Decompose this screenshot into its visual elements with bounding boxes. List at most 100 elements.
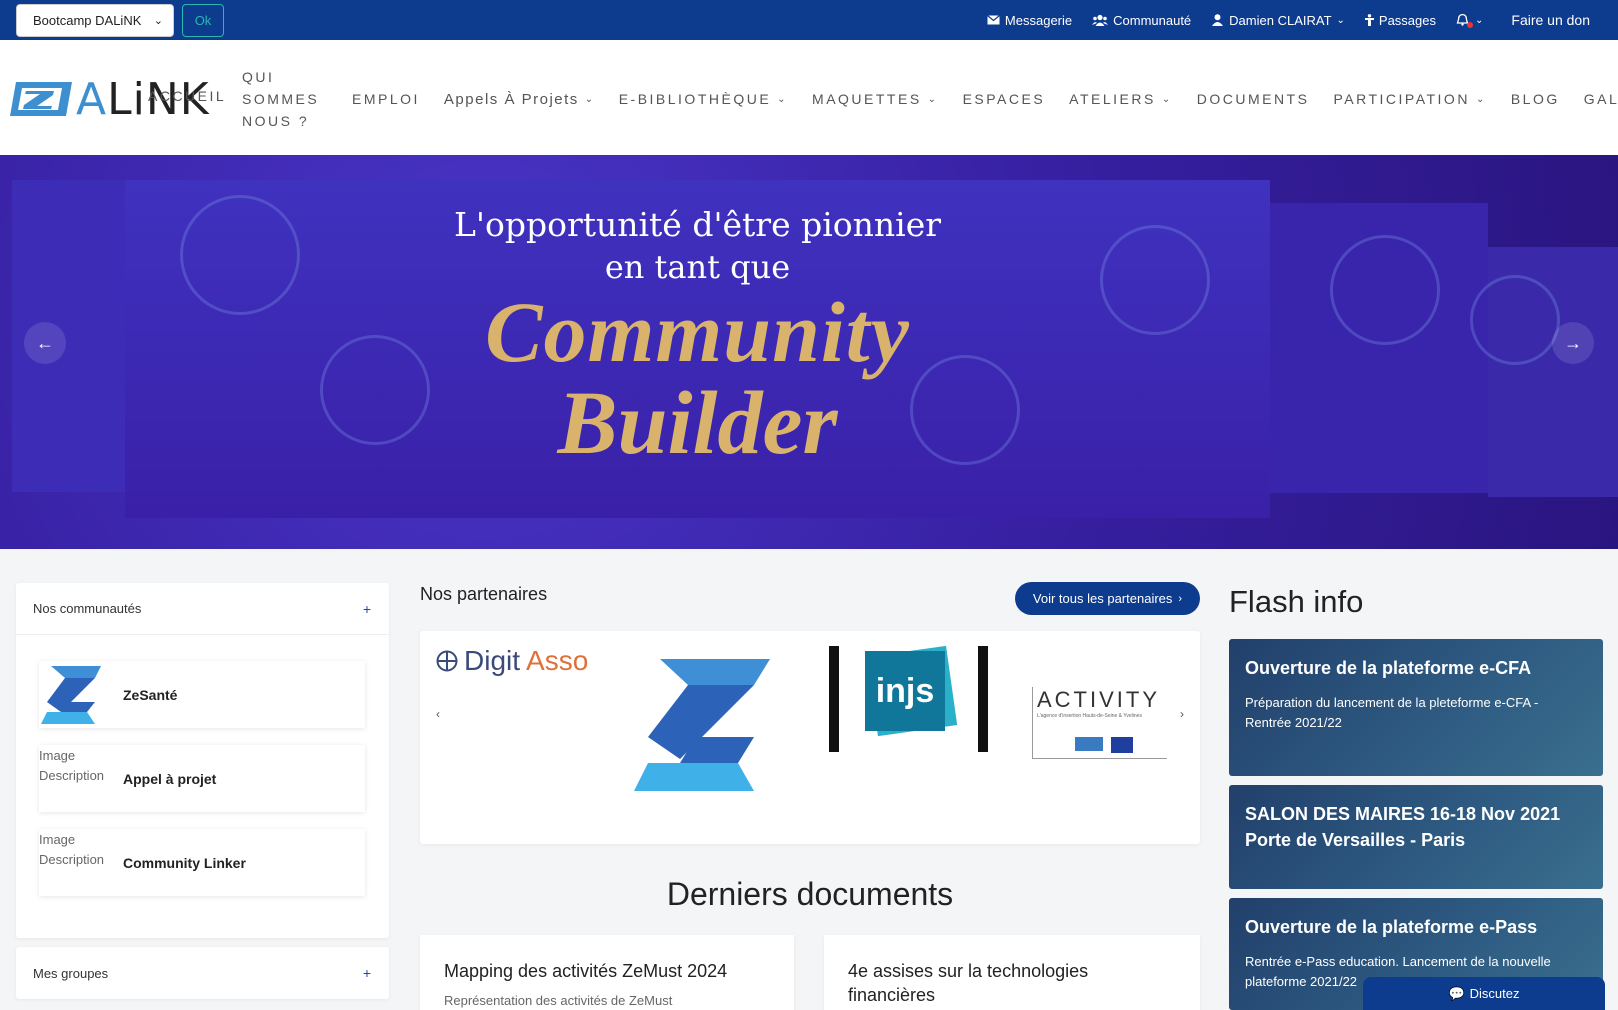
document-subtitle: Représentation des activités de ZeMust bbox=[444, 993, 673, 1008]
main-nav: QUI SOMMES NOUS ? EMPLOI Appels À Projet… bbox=[138, 66, 1618, 132]
person-icon bbox=[1364, 14, 1374, 26]
globe-icon bbox=[436, 650, 458, 672]
asso-text: Asso bbox=[526, 645, 589, 676]
carousel-next-button[interactable]: → bbox=[1552, 322, 1594, 364]
document-card[interactable]: Mapping des activités ZeMust 2024 Représ… bbox=[420, 935, 794, 1010]
digit-asso-logo[interactable]: Digit Asso bbox=[436, 645, 588, 677]
digit-text: Digit bbox=[464, 645, 521, 676]
notification-dot bbox=[1467, 22, 1473, 28]
flash-info-heading: SALON DES MAIRES 16-18 Nov 2021 Porte de… bbox=[1245, 804, 1561, 850]
flash-info-card[interactable]: SALON DES MAIRES 16-18 Nov 2021 Porte de… bbox=[1229, 785, 1603, 889]
chat-button[interactable]: 💬 Discutez bbox=[1363, 977, 1605, 1010]
hero-carousel: L'opportunité d'être pionnier en tant qu… bbox=[0, 155, 1618, 549]
groups-card[interactable]: Mes groupes + bbox=[16, 947, 389, 999]
user-name: Damien CLAIRAT bbox=[1229, 12, 1332, 28]
flash-info-heading: Ouverture de la plateforme e-Pass bbox=[1245, 917, 1538, 937]
passages-link[interactable]: Passages bbox=[1364, 12, 1436, 28]
injs-logo[interactable]: injs bbox=[865, 651, 945, 731]
communities-header[interactable]: Nos communautés + bbox=[16, 583, 389, 635]
main-header: ALiNK ACCUEIL QUI SOMMES NOUS ? EMPLOI A… bbox=[0, 40, 1618, 155]
bubble-decoration bbox=[1470, 275, 1560, 365]
document-title: Mapping des activités ZeMust 2024 bbox=[444, 961, 728, 981]
zesante-partner-logo-icon[interactable] bbox=[630, 655, 786, 795]
donate-link[interactable]: Faire un don bbox=[1511, 12, 1590, 28]
chevron-right-icon: › bbox=[1178, 592, 1183, 605]
partners-prev-arrow[interactable]: ‹ bbox=[436, 707, 440, 721]
nav-e-bibliotheque[interactable]: E-BIBLIOTHÈQUE ⌄ bbox=[619, 91, 788, 107]
nav-participation[interactable]: PARTICIPATION ⌄ bbox=[1333, 91, 1486, 107]
eu-flag-icon bbox=[1111, 737, 1133, 753]
nav-qui-sommes-nous[interactable]: QUI SOMMES NOUS ? bbox=[242, 66, 328, 132]
messagerie-label: Messagerie bbox=[1004, 12, 1073, 28]
nav-appels-a-projets[interactable]: Appels À Projets ⌄ bbox=[444, 91, 595, 108]
nav-maquettes[interactable]: MAQUETTES ⌄ bbox=[812, 91, 939, 107]
community-thumb-broken-image: Image Description bbox=[39, 832, 105, 867]
top-links: Messagerie Communauté Damien CLAIRAT ⌄ P… bbox=[987, 0, 1590, 40]
activity-text: ACTIVITY bbox=[1037, 687, 1161, 712]
yvelines-badge bbox=[1075, 737, 1103, 751]
notifications-menu[interactable]: ⌄ bbox=[1456, 14, 1483, 28]
nav-galeries[interactable]: GALERIES bbox=[1584, 91, 1618, 107]
chevron-down-icon: ⌄ bbox=[1336, 14, 1345, 26]
flash-info-card[interactable]: Ouverture de la plateforme e-CFA Prépara… bbox=[1229, 639, 1603, 776]
chevron-down-icon: ⌄ bbox=[584, 93, 595, 105]
hero-line-1: L'opportunité d'être pionnier bbox=[453, 205, 942, 244]
divider-bar bbox=[978, 646, 988, 752]
arrow-left-icon: ← bbox=[36, 332, 54, 353]
users-icon bbox=[1092, 14, 1109, 26]
documents-title: Derniers documents bbox=[666, 876, 954, 912]
partners-next-arrow[interactable]: › bbox=[1180, 707, 1184, 721]
zesante-logo-icon bbox=[41, 666, 101, 724]
community-thumb bbox=[39, 661, 111, 728]
community-name: ZeSanté bbox=[123, 686, 178, 703]
hero-line-2: en tant que bbox=[604, 248, 791, 286]
nav-espaces[interactable]: ESPACES bbox=[963, 91, 1046, 107]
community-item[interactable]: ZeSanté bbox=[39, 661, 365, 728]
document-card[interactable]: 4e assises sur la technologies financièr… bbox=[824, 935, 1200, 1010]
communaute-link[interactable]: Communauté bbox=[1092, 13, 1191, 28]
activity-subtitle: L'agence d'insertion Hauts-de-Seine & Yv… bbox=[1037, 713, 1142, 719]
hero-line-4: Builder bbox=[557, 374, 838, 473]
chevron-down-icon: ⌄ bbox=[153, 15, 163, 27]
partners-title: Nos partenaires bbox=[420, 584, 548, 604]
community-select[interactable]: Bootcamp DALiNK ⌄ bbox=[16, 4, 174, 37]
plus-icon[interactable]: + bbox=[363, 965, 371, 981]
community-item[interactable]: Image Description Appel à projet bbox=[39, 745, 365, 812]
messagerie-link[interactable]: Messagerie bbox=[987, 13, 1072, 28]
community-thumb-broken-image: Image Description bbox=[39, 748, 105, 783]
chevron-down-icon: ⌄ bbox=[1161, 93, 1173, 105]
view-all-partners-button[interactable]: Voir tous les partenaires › bbox=[1015, 582, 1200, 615]
community-item[interactable]: Image Description Community Linker bbox=[39, 829, 365, 896]
communities-title: Nos communautés bbox=[33, 601, 142, 616]
carousel-prev-button[interactable]: ← bbox=[24, 322, 66, 364]
passages-label: Passages bbox=[1378, 12, 1436, 28]
chevron-down-icon: ⌄ bbox=[777, 93, 789, 105]
document-title: 4e assises sur la technologies financièr… bbox=[848, 961, 1089, 1005]
arrow-right-icon: → bbox=[1564, 332, 1582, 353]
flash-info-text: Préparation du lancement de la pleteform… bbox=[1245, 695, 1539, 730]
communities-card: Nos communautés + ZeSanté Image Descript… bbox=[16, 583, 389, 938]
chevron-down-icon: ⌄ bbox=[927, 93, 939, 105]
activity-logo[interactable]: ACTIVITY L'agence d'insertion Hauts-de-S… bbox=[1032, 687, 1167, 759]
flash-info-heading: Ouverture de la plateforme e-CFA bbox=[1245, 658, 1532, 678]
nav-ateliers[interactable]: ATELIERS ⌄ bbox=[1069, 91, 1173, 107]
nav-blog[interactable]: BLOG bbox=[1511, 91, 1560, 107]
nav-emploi[interactable]: EMPLOI bbox=[352, 91, 420, 107]
logo-mark-icon bbox=[10, 82, 72, 116]
top-bar: Bootcamp DALiNK ⌄ Ok Messagerie Communau… bbox=[0, 0, 1618, 40]
community-name: Community Linker bbox=[123, 854, 246, 871]
flash-info-title: Flash info bbox=[1229, 584, 1364, 619]
user-icon bbox=[1212, 14, 1224, 26]
plus-icon[interactable]: + bbox=[363, 601, 371, 617]
hero-text: L'opportunité d'être pionnier en tant qu… bbox=[125, 180, 1270, 475]
nav-documents[interactable]: DOCUMENTS bbox=[1197, 91, 1310, 107]
user-menu[interactable]: Damien CLAIRAT ⌄ bbox=[1211, 13, 1345, 28]
chat-bubble-icon: 💬 bbox=[1448, 985, 1465, 1001]
community-name: Appel à projet bbox=[123, 770, 217, 787]
divider-bar bbox=[829, 646, 839, 752]
ok-button[interactable]: Ok bbox=[182, 4, 224, 37]
bubble-decoration bbox=[1330, 235, 1440, 345]
groups-title: Mes groupes bbox=[33, 965, 109, 981]
chevron-down-icon: ⌄ bbox=[1475, 93, 1487, 105]
communaute-label: Communauté bbox=[1113, 12, 1192, 28]
